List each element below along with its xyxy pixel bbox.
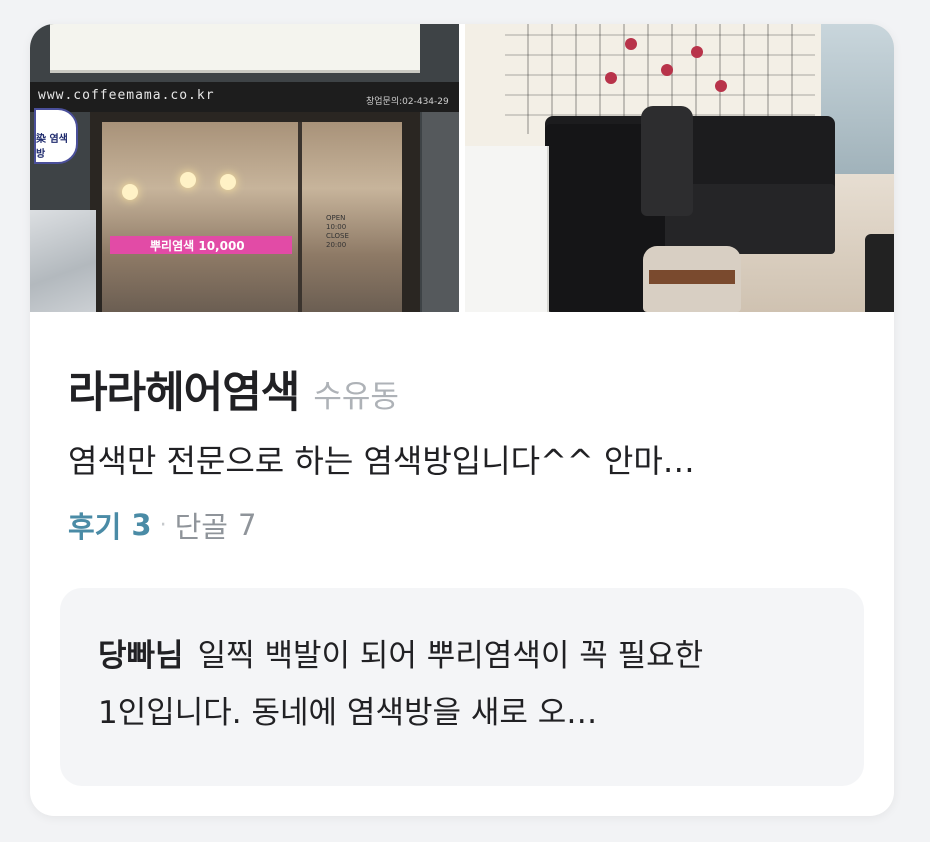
review-preview-text: 당빠님 일찍 백발이 되어 뿌리염색이 꼭 필요한 1인입니다. 동네에 염색방을… bbox=[98, 628, 818, 742]
title-row: 라라헤어염색 수유동 bbox=[68, 358, 399, 420]
regular-count-stat: 단골 7 bbox=[175, 504, 257, 546]
review-label: 후기 bbox=[68, 510, 122, 544]
lamp-light bbox=[220, 174, 236, 190]
shop-name[interactable]: 라라헤어염색 bbox=[68, 358, 300, 420]
regular-label: 단골 bbox=[174, 510, 228, 544]
mural-flower bbox=[691, 46, 703, 58]
store-logo-text: 染 염색방 bbox=[36, 134, 68, 160]
shop-description: 염색만 전문으로 하는 염색방입니다^^ 안마… bbox=[68, 442, 695, 480]
plastic-cover bbox=[30, 210, 96, 312]
door-divider bbox=[298, 122, 302, 312]
mural-flower bbox=[715, 80, 727, 92]
hours-sticker: OPEN 10:00 CLOSE 20:00 bbox=[326, 214, 349, 249]
stat-separator: · bbox=[159, 512, 167, 538]
storefront-photo[interactable]: www.coffeemama.co.kr 창업문의:02-434-29 뿌리염색… bbox=[30, 24, 459, 312]
shop-region: 수유동 bbox=[313, 379, 399, 415]
photo-gallery[interactable]: www.coffeemama.co.kr 창업문의:02-434-29 뿌리염색… bbox=[30, 24, 894, 312]
review-body: 일찍 백발이 되어 뿌리염색이 꼭 필요한 1인입니다. 동네에 염색방을 새로… bbox=[98, 638, 704, 731]
review-count-stat[interactable]: 후기 3 bbox=[68, 504, 152, 546]
store-sign bbox=[50, 24, 420, 73]
foot-massager-band bbox=[649, 270, 735, 284]
side-wall bbox=[422, 112, 459, 312]
review-count: 3 bbox=[131, 508, 152, 542]
massage-chair bbox=[641, 106, 693, 216]
regular-count: 7 bbox=[237, 508, 257, 542]
review-author: 당빠님 bbox=[98, 638, 184, 674]
lamp-light bbox=[180, 172, 196, 188]
shop-stats: 후기 3 · 단골 7 bbox=[68, 504, 256, 546]
banner-url-text: www.coffeemama.co.kr bbox=[38, 88, 215, 103]
mural-flower bbox=[625, 38, 637, 50]
review-preview[interactable]: 당빠님 일찍 백발이 되어 뿌리염색이 꼭 필요한 1인입니다. 동네에 염색방을… bbox=[60, 588, 864, 786]
banner-phone-text: 창업문의:02-434-29 bbox=[366, 97, 449, 107]
white-cabinet bbox=[465, 146, 549, 312]
shop-card[interactable]: www.coffeemama.co.kr 창업문의:02-434-29 뿌리염색… bbox=[30, 24, 894, 816]
interior-photo[interactable] bbox=[465, 24, 894, 312]
trash-bin bbox=[865, 234, 894, 312]
lamp-light bbox=[122, 184, 138, 200]
mural-flower bbox=[661, 64, 673, 76]
mural-flower bbox=[605, 72, 617, 84]
price-sign-text: 뿌리염색 10,000 bbox=[150, 239, 245, 253]
